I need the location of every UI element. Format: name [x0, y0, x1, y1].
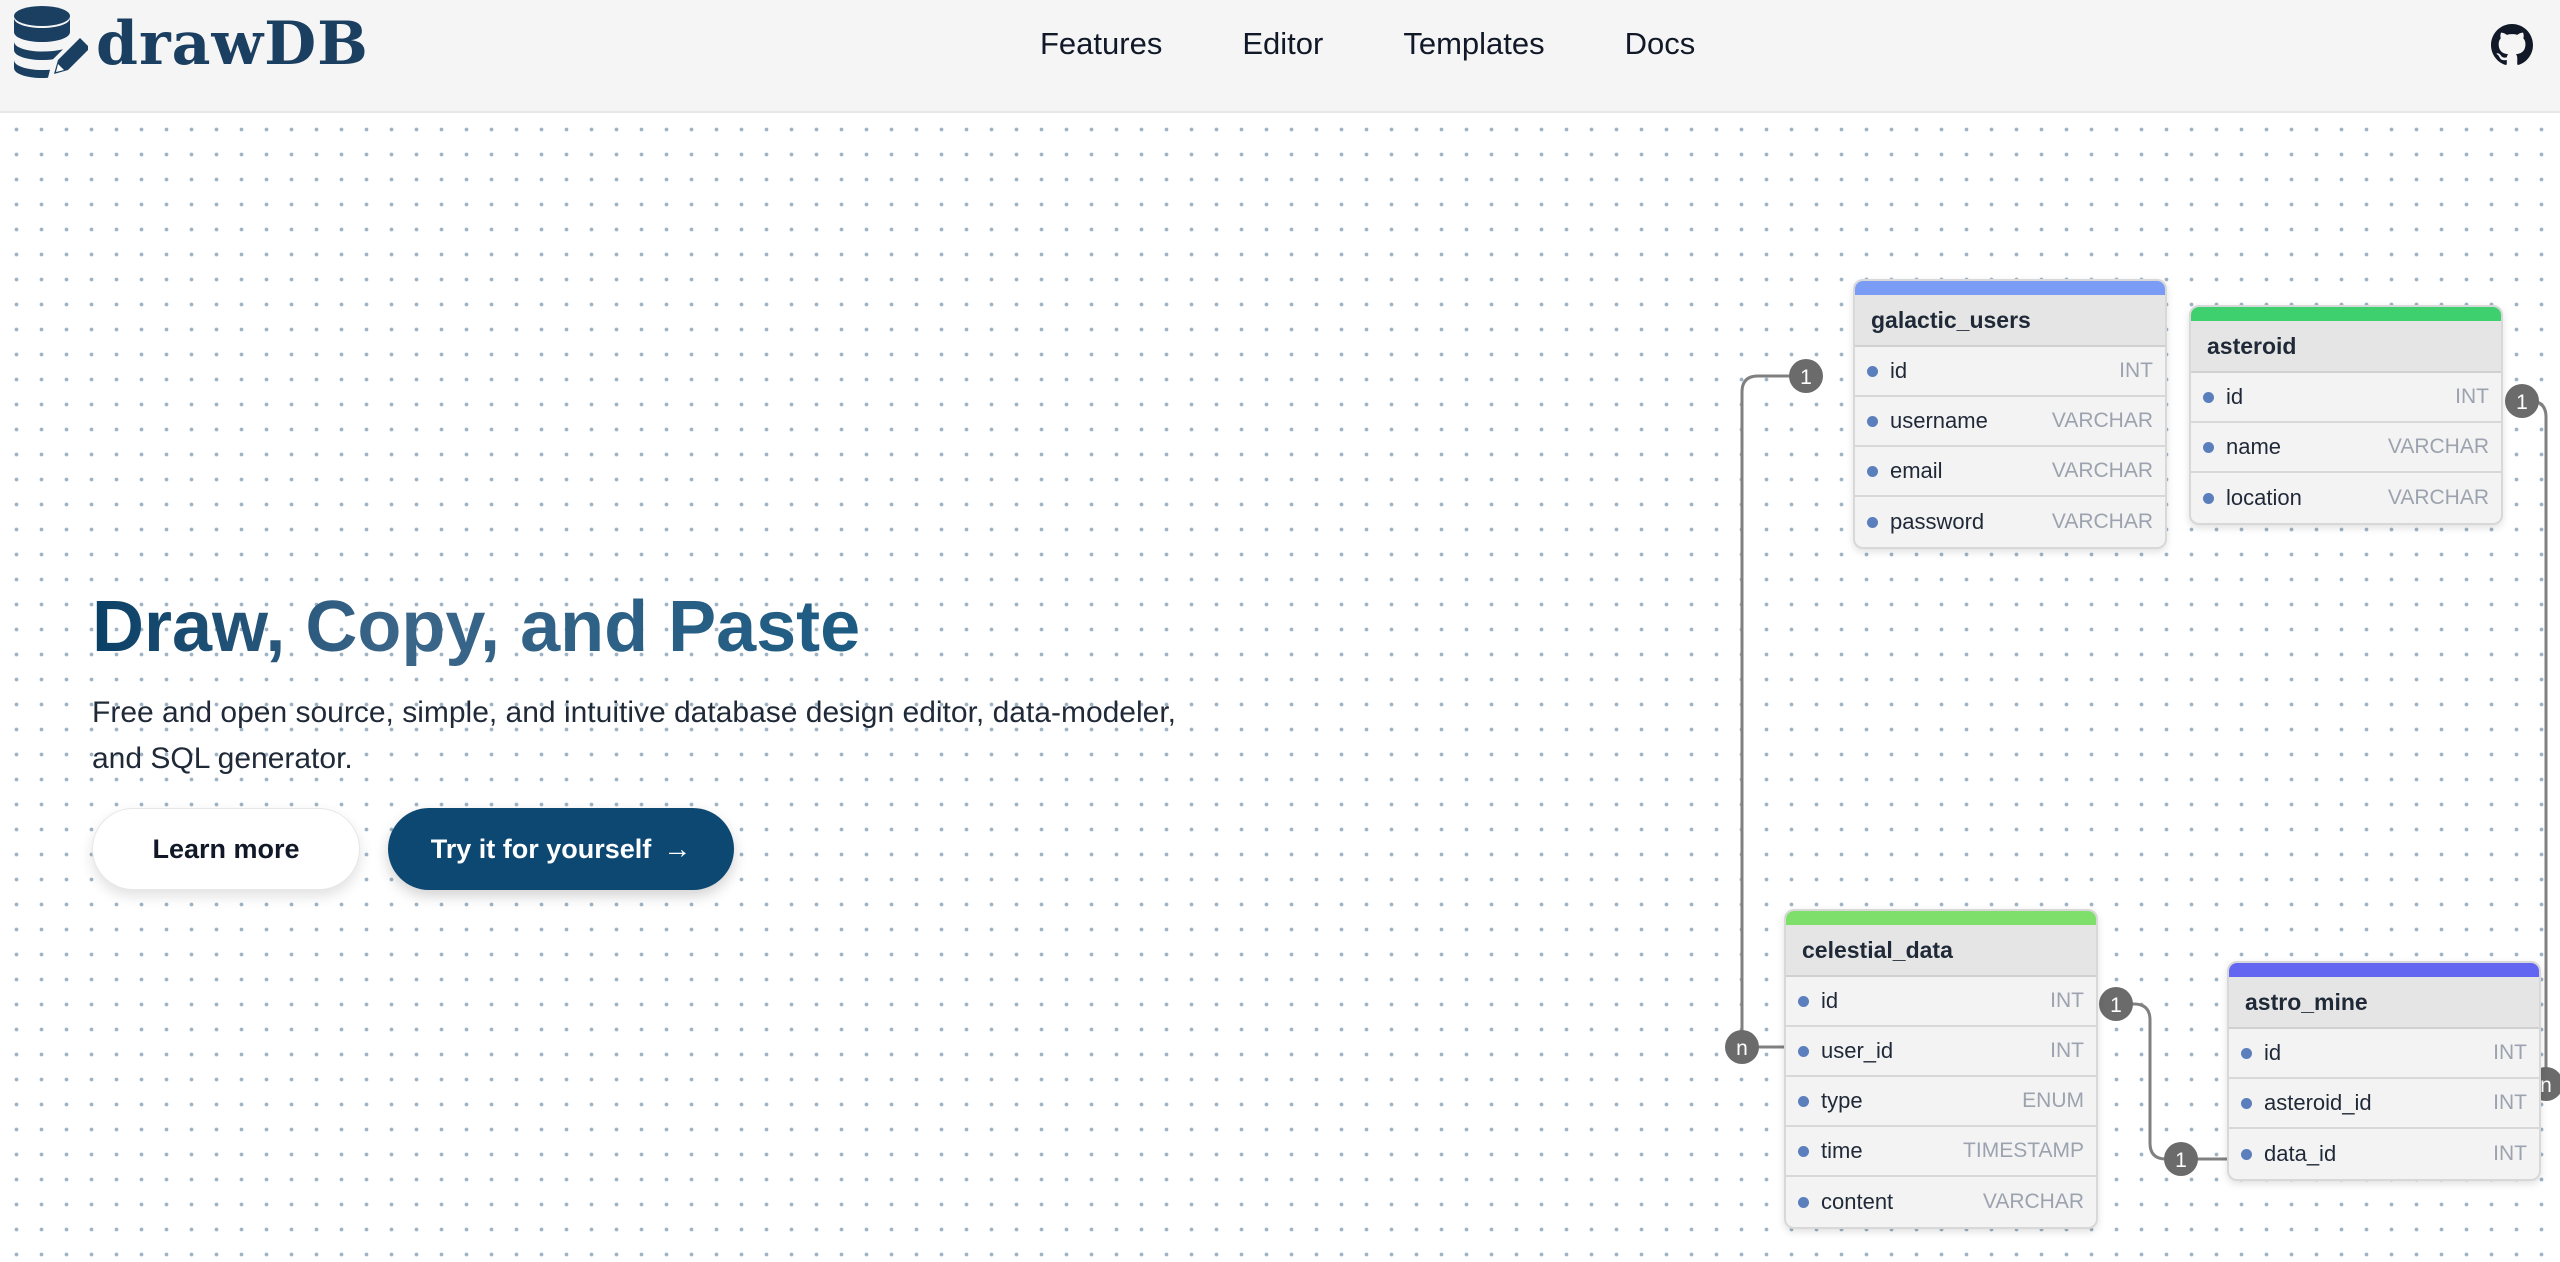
table-galactic-users[interactable]: galactic_users id INT username VARCHAR ema… [1853, 279, 2167, 549]
database-pen-icon [14, 6, 88, 78]
field-type: VARCHAR [2387, 486, 2489, 509]
field-type: TIMESTAMP [1963, 1139, 2084, 1162]
table-field-row[interactable]: id INT [1855, 347, 2165, 397]
field-dot-icon [1798, 1045, 1809, 1057]
table-color-bar [2191, 307, 2501, 321]
arrow-right-icon: → [663, 833, 692, 864]
table-field-row[interactable]: type ENUM [1786, 1077, 2096, 1127]
field-dot-icon [1798, 1196, 1809, 1208]
field-name: username [1890, 408, 1988, 433]
diagram-canvas [0, 113, 2560, 1262]
field-name: time [1821, 1138, 1863, 1163]
try-it-button[interactable]: Try it for yourself → [388, 808, 734, 890]
field-dot-icon [1867, 365, 1878, 377]
table-color-bar [1786, 911, 2096, 925]
table-field-row[interactable]: username VARCHAR [1855, 397, 2165, 447]
table-field-row[interactable]: content VARCHAR [1786, 1177, 2096, 1227]
field-name: id [1821, 988, 1839, 1013]
field-type: INT [2050, 989, 2084, 1012]
field-dot-icon [1798, 995, 1809, 1007]
table-title: asteroid [2191, 321, 2501, 373]
table-field-row[interactable]: time TIMESTAMP [1786, 1127, 2096, 1177]
field-type: VARCHAR [2051, 409, 2153, 432]
nav-link-editor[interactable]: Editor [1202, 18, 1363, 70]
field-dot-icon [1798, 1145, 1809, 1157]
field-name: data_id [2264, 1141, 2337, 1166]
field-name: id [1890, 358, 1908, 383]
field-type: VARCHAR [2051, 459, 2153, 482]
field-type: INT [2493, 1041, 2527, 1064]
nav-menu: Features Editor Templates Docs [1000, 18, 1735, 70]
field-name: id [2264, 1040, 2282, 1065]
hero-subtitle-line1: Free and open source, simple, and intuit… [92, 696, 1177, 729]
field-name: id [2226, 384, 2244, 409]
brand-logo[interactable]: drawDB [10, 4, 369, 84]
table-astro-mine[interactable]: astro_mine id INT asteroid_id INT data_id I… [2227, 961, 2541, 1181]
field-type: INT [2493, 1091, 2527, 1114]
table-field-row[interactable]: id INT [2191, 373, 2501, 423]
field-dot-icon [2203, 492, 2214, 504]
table-title: celestial_data [1786, 925, 2096, 977]
table-field-row[interactable]: name VARCHAR [2191, 423, 2501, 473]
field-dot-icon [1867, 415, 1878, 427]
field-name: name [2226, 434, 2282, 459]
field-dot-icon [2241, 1047, 2252, 1059]
nav-link-features[interactable]: Features [1000, 18, 1202, 70]
field-type: INT [2455, 385, 2489, 408]
table-field-row[interactable]: user_id INT [1786, 1027, 2096, 1077]
table-color-bar [1855, 281, 2165, 295]
field-dot-icon [1867, 516, 1878, 528]
nav-link-docs[interactable]: Docs [1585, 18, 1736, 70]
navbar: drawDB Features Editor Templates Docs [0, 0, 2560, 113]
table-field-row[interactable]: location VARCHAR [2191, 473, 2501, 523]
table-field-row[interactable]: password VARCHAR [1855, 497, 2165, 547]
field-name: password [1890, 509, 1985, 534]
field-type: INT [2493, 1142, 2527, 1165]
field-name: content [1821, 1189, 1894, 1214]
table-field-row[interactable]: email VARCHAR [1855, 447, 2165, 497]
brand-name: drawDB [96, 9, 369, 79]
field-name: location [2226, 485, 2302, 510]
hero-subtitle-line2: and SQL generator. [92, 742, 353, 775]
table-asteroid[interactable]: asteroid id INT name VARCHAR location VARCH… [2189, 305, 2503, 525]
nav-link-templates[interactable]: Templates [1363, 18, 1584, 70]
field-dot-icon [2241, 1148, 2252, 1160]
table-field-row[interactable]: data_id INT [2229, 1129, 2539, 1179]
field-type: INT [2050, 1039, 2084, 1062]
hero-subtitle: Free and open source, simple, and intuit… [92, 690, 1252, 782]
table-field-row[interactable]: id INT [2229, 1029, 2539, 1079]
field-name: type [1821, 1088, 1863, 1113]
field-name: asteroid_id [2264, 1090, 2372, 1115]
field-dot-icon [2203, 391, 2214, 403]
field-type: VARCHAR [2387, 435, 2489, 458]
field-name: email [1890, 458, 1943, 483]
table-field-row[interactable]: asteroid_id INT [2229, 1079, 2539, 1129]
field-dot-icon [2241, 1097, 2252, 1109]
field-dot-icon [1867, 465, 1878, 477]
field-dot-icon [2203, 441, 2214, 453]
field-dot-icon [1798, 1095, 1809, 1107]
table-field-row[interactable]: id INT [1786, 977, 2096, 1027]
table-celestial-data[interactable]: celestial_data id INT user_id INT type ENUM… [1784, 909, 2098, 1229]
table-color-bar [2229, 963, 2539, 977]
field-name: user_id [1821, 1038, 1894, 1063]
try-it-label: Try it for yourself [430, 833, 652, 864]
table-title: galactic_users [1855, 295, 2165, 347]
field-type: VARCHAR [1982, 1190, 2084, 1213]
field-type: INT [2119, 359, 2153, 382]
field-type: VARCHAR [2051, 510, 2153, 533]
github-icon[interactable] [2491, 24, 2533, 66]
hero-title: Draw, Copy, and Paste [92, 587, 861, 667]
learn-more-button[interactable]: Learn more [92, 808, 360, 890]
field-type: ENUM [2022, 1089, 2084, 1112]
table-title: astro_mine [2229, 977, 2539, 1029]
